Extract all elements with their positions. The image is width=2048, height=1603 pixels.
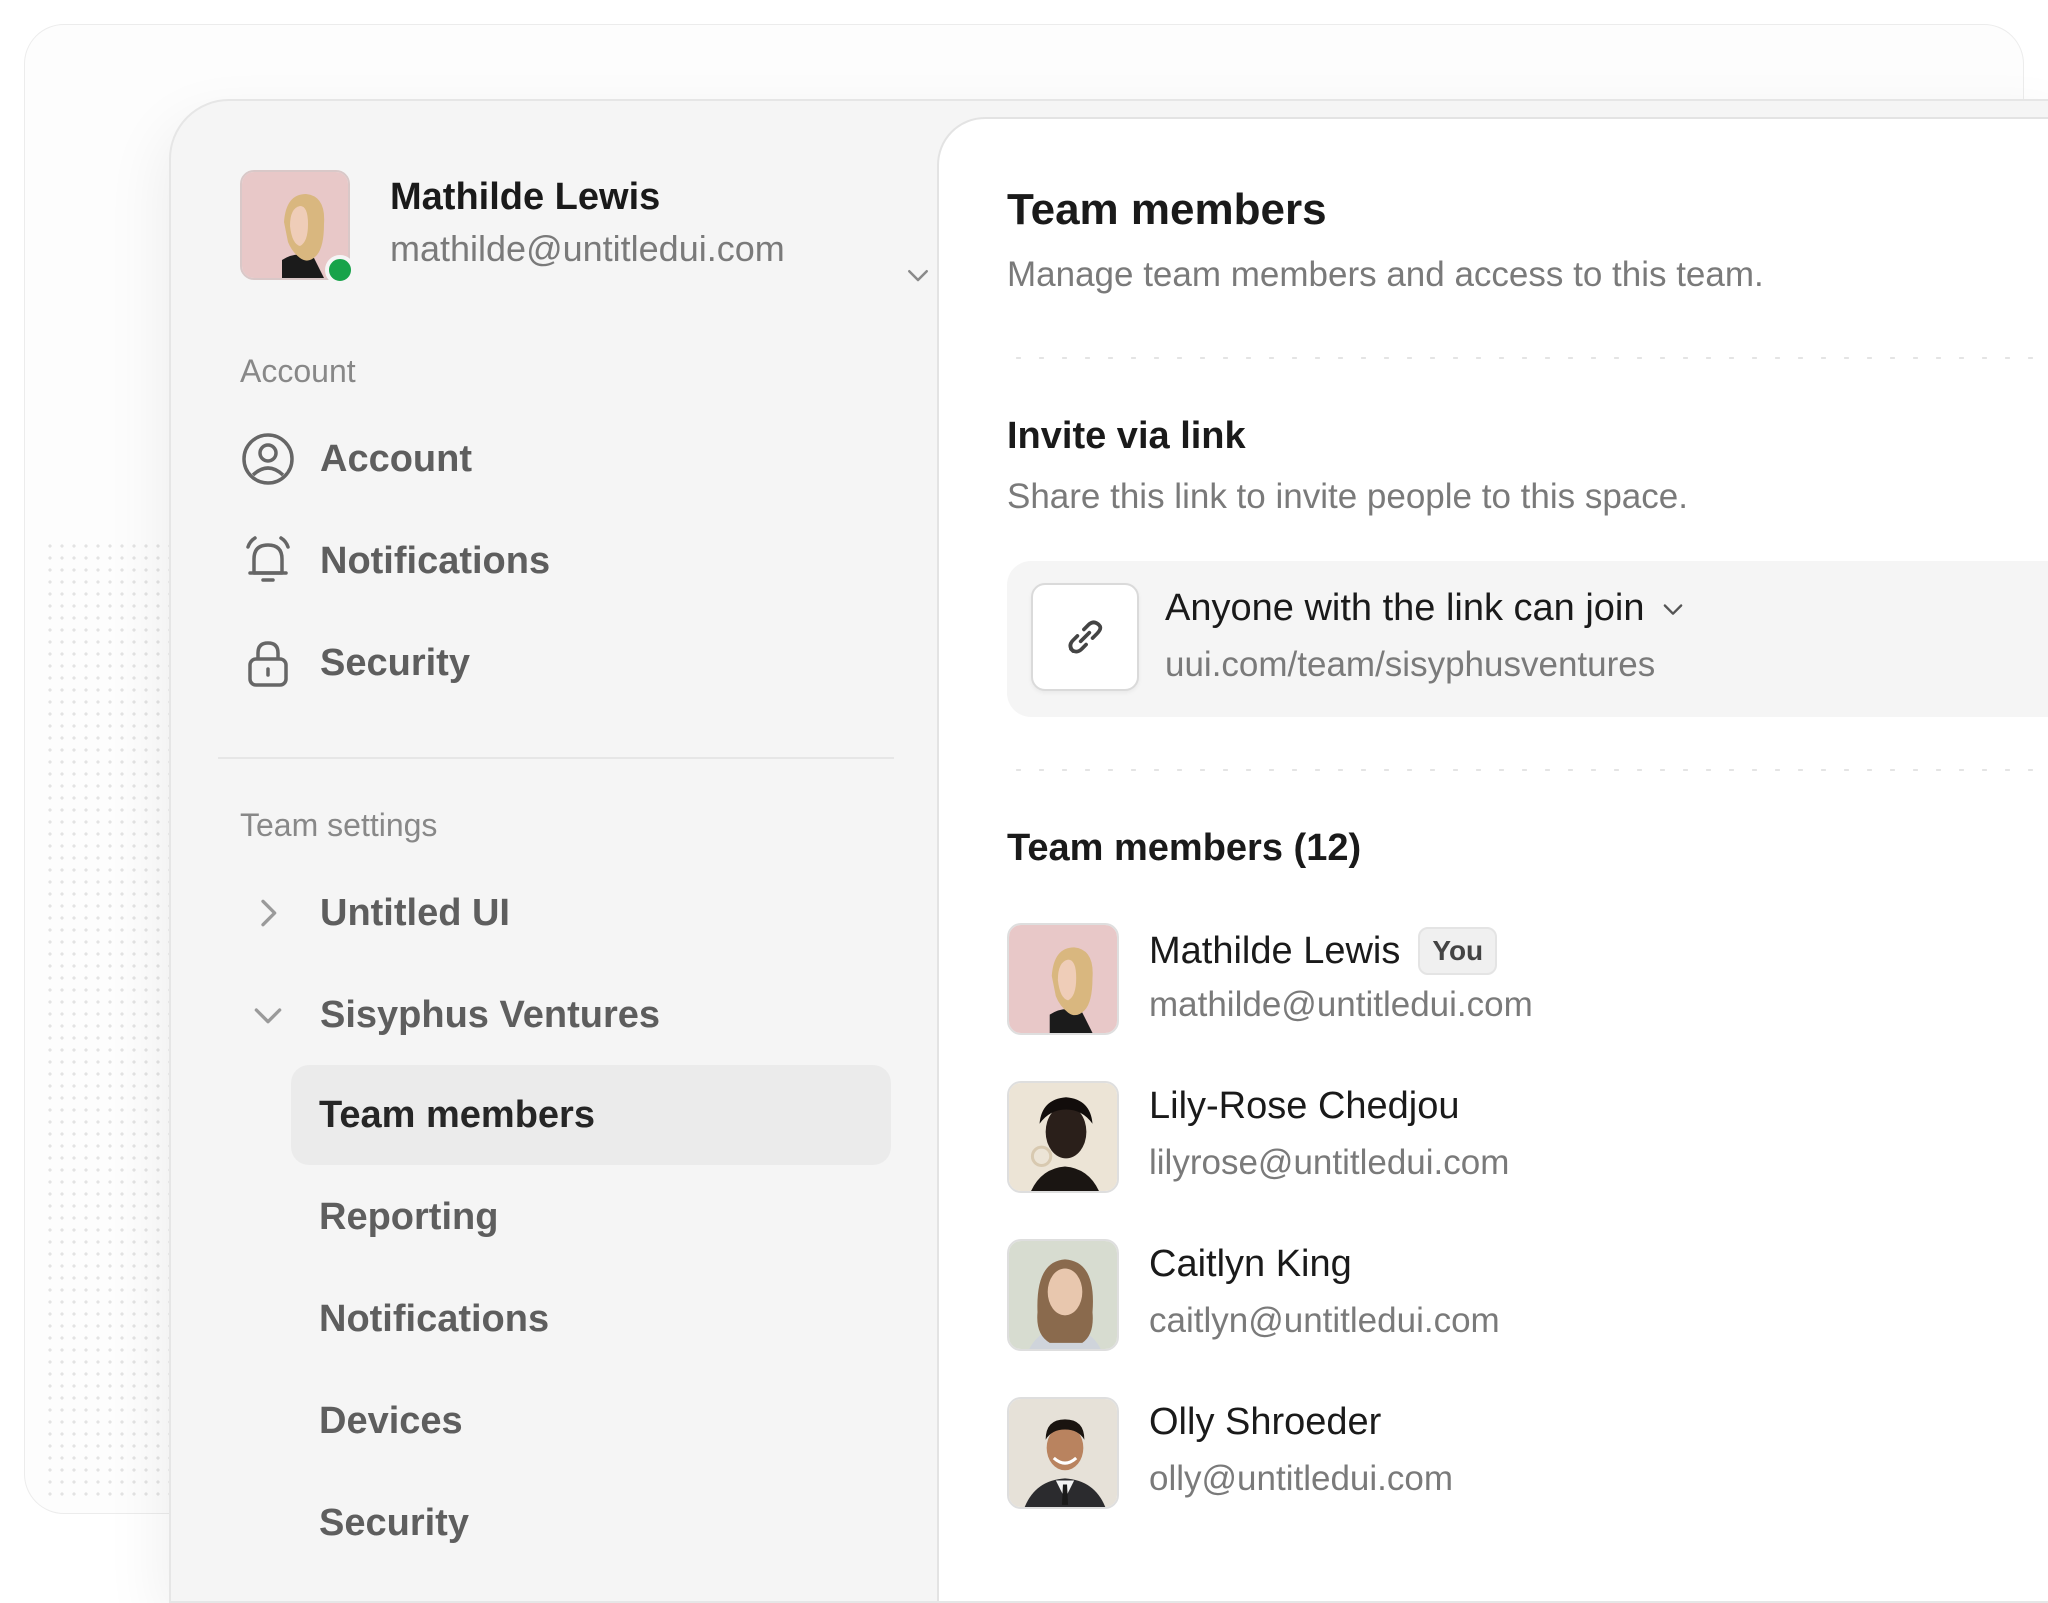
sidebar-item-label: Account	[320, 437, 472, 480]
member-email: mathilde@untitledui.com	[1149, 985, 1533, 1024]
link-access-dropdown[interactable]: Anyone with the link can join	[1165, 587, 1687, 630]
sidebar-item-label: Team members	[319, 1093, 595, 1136]
dotted-divider	[1007, 767, 2048, 773]
member-name-wrapper: Caitlyn King	[1149, 1243, 1352, 1286]
sidebar-item-reporting[interactable]: Reporting	[291, 1167, 891, 1267]
team-settings-section-label: Team settings	[240, 807, 438, 843]
sidebar-item-team-notifications[interactable]: Notifications	[291, 1269, 891, 1369]
sidebar-item-label: Security	[320, 641, 470, 684]
invite-url[interactable]: uui.com/team/sisyphusventures	[1165, 645, 1655, 685]
profile-switcher[interactable]: Mathilde Lewis mathilde@untitledui.com	[240, 170, 928, 286]
profile-email: mathilde@untitledui.com	[390, 228, 785, 269]
sidebar-item-label: Notifications	[319, 1297, 550, 1340]
sidebar-item-label: Security	[319, 1501, 469, 1544]
member-email: olly@untitledui.com	[1149, 1459, 1453, 1498]
sidebar-item-label: Reporting	[319, 1195, 499, 1238]
bell-icon	[240, 533, 296, 589]
team-item-label: Untitled UI	[320, 891, 510, 934]
member-name-wrapper: Olly Shroeder	[1149, 1401, 1381, 1444]
invite-link-card: Anyone with the link can join uui.com/te…	[1007, 561, 2048, 717]
page-subtitle: Manage team members and access to this t…	[1007, 255, 1764, 294]
member-name-wrapper: Lily-Rose Chedjou	[1149, 1085, 1460, 1128]
online-status-dot	[325, 255, 355, 285]
sidebar-item-label: Notifications	[320, 539, 551, 582]
member-name: Lily-Rose Chedjou	[1149, 1085, 1460, 1127]
chevron-down-icon	[1663, 603, 1682, 615]
member-email: caitlyn@untitledui.com	[1149, 1301, 1500, 1340]
avatar	[1007, 923, 1119, 1035]
member-name: Olly Shroeder	[1149, 1401, 1382, 1443]
team-item-sisyphus-ventures[interactable]: Sisyphus Ventures	[240, 983, 860, 1047]
sidebar-item-team-members[interactable]: Team members	[291, 1065, 891, 1165]
chevron-down-icon[interactable]	[903, 260, 933, 290]
team-item-untitled-ui[interactable]: Untitled UI	[240, 881, 860, 945]
avatar	[1007, 1397, 1119, 1509]
invite-heading: Invite via link	[1007, 415, 1246, 457]
profile-name: Mathilde Lewis	[390, 176, 661, 218]
members-heading: Team members (12)	[1007, 827, 1362, 869]
link-access-label: Anyone with the link can join	[1165, 587, 1645, 629]
profile-avatar-wrapper	[240, 170, 355, 285]
page-title: Team members	[1007, 185, 1327, 234]
chevron-right-icon	[240, 885, 296, 941]
dotted-divider	[1007, 355, 2048, 361]
user-circle-icon	[240, 431, 296, 487]
avatar	[1007, 1081, 1119, 1193]
invite-description: Share this link to invite people to this…	[1007, 477, 1688, 516]
avatar	[1007, 1239, 1119, 1351]
sidebar-item-notifications[interactable]: Notifications	[240, 529, 860, 593]
sidebar-item-label: Devices	[319, 1399, 463, 1442]
lock-icon	[240, 635, 296, 691]
sidebar-item-team-security[interactable]: Security	[291, 1473, 891, 1573]
sidebar-divider	[218, 757, 894, 759]
member-name: Caitlyn King	[1149, 1243, 1352, 1285]
account-section-label: Account	[240, 353, 356, 389]
sidebar: Mathilde Lewis mathilde@untitledui.com A…	[171, 101, 935, 1601]
you-badge: You	[1418, 927, 1498, 975]
member-name: Mathilde Lewis	[1149, 929, 1401, 972]
main-panel: Team members Manage team members and acc…	[937, 117, 2048, 1601]
settings-window: Mathilde Lewis mathilde@untitledui.com A…	[169, 99, 2048, 1603]
member-row[interactable]: Mathilde Lewis You mathilde@untitledui.c…	[1007, 923, 2048, 1039]
sidebar-item-account[interactable]: Account	[240, 427, 860, 491]
sidebar-item-security[interactable]: Security	[240, 631, 860, 695]
member-row[interactable]: Caitlyn King caitlyn@untitledui.com	[1007, 1239, 2048, 1355]
chevron-down-icon	[240, 987, 296, 1043]
link-icon	[1068, 620, 1103, 654]
team-item-label: Sisyphus Ventures	[320, 993, 661, 1036]
sidebar-item-devices[interactable]: Devices	[291, 1371, 891, 1471]
member-row[interactable]: Olly Shroeder olly@untitledui.com	[1007, 1397, 2048, 1513]
member-email: lilyrose@untitledui.com	[1149, 1143, 1510, 1182]
copy-link-button[interactable]	[1031, 583, 1139, 691]
member-name-wrapper: Mathilde Lewis You	[1149, 927, 1498, 975]
member-row[interactable]: Lily-Rose Chedjou lilyrose@untitledui.co…	[1007, 1081, 2048, 1197]
